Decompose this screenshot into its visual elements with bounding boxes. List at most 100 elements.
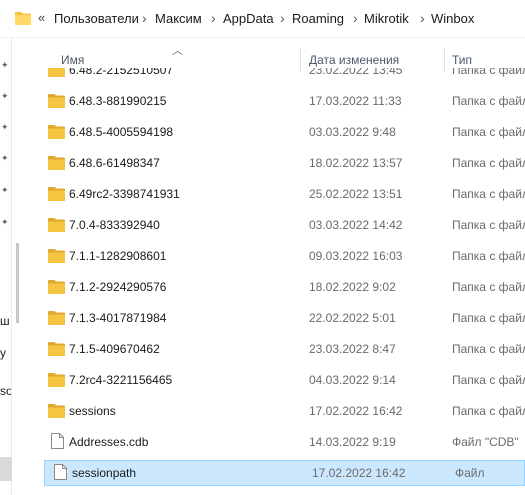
file-date: 17.02.2022 16:42 <box>309 404 403 418</box>
file-row[interactable]: 6.48.2-2152510507 23.02.2022 13:45 Папка с… <box>42 68 525 82</box>
chevron-right-icon[interactable]: › <box>211 10 216 26</box>
file-date: 22.02.2022 5:01 <box>309 311 396 325</box>
nav-item-fragment[interactable]: ш <box>0 314 10 328</box>
file-date: 09.03.2022 16:03 <box>309 249 403 263</box>
file-name[interactable]: 7.0.4-833392940 <box>69 218 160 232</box>
folder-icon <box>48 310 65 325</box>
file-date: 14.03.2022 9:19 <box>309 435 396 449</box>
breadcrumb-winbox[interactable]: Winbox <box>431 11 474 26</box>
file-row[interactable]: 7.1.1-1282908601 09.03.2022 16:03 Папка с … <box>42 244 525 268</box>
file-date: 03.03.2022 9:48 <box>309 125 396 139</box>
file-type: Папка с файлами <box>452 94 525 108</box>
breadcrumb-mikrotik[interactable]: Mikrotik <box>364 11 409 26</box>
file-date: 03.03.2022 14:42 <box>309 218 403 232</box>
file-row[interactable]: 6.48.6-61498347 18.02.2022 13:57 Папка с ф… <box>42 151 525 175</box>
file-name[interactable]: 7.1.3-4017871984 <box>69 311 166 325</box>
file-name[interactable]: 6.49rc2-3398741931 <box>69 187 180 201</box>
folder-icon <box>48 68 65 77</box>
file-date: 04.03.2022 9:14 <box>309 373 396 387</box>
address-bar[interactable]: « Пользователи › Максим › AppData › Roam… <box>0 0 525 38</box>
pin-icon[interactable]: ✦ <box>1 123 9 132</box>
folder-icon <box>48 124 65 139</box>
file-row[interactable]: 7.1.5-409670462 23.03.2022 8:47 Папка с фа… <box>42 337 525 361</box>
file-icon <box>54 464 71 480</box>
folder-icon <box>15 12 31 25</box>
file-name[interactable]: Addresses.cdb <box>69 435 148 449</box>
file-row[interactable]: 6.48.5-4005594198 03.03.2022 9:48 Папка с … <box>42 120 525 144</box>
file-row[interactable]: 6.48.3-881990215 17.03.2022 11:33 Папка с … <box>42 89 525 113</box>
file-type: Папка с файлами <box>452 218 525 232</box>
column-date[interactable]: Дата изменения <box>309 53 399 67</box>
nav-item-fragment[interactable]: у <box>0 346 6 360</box>
pin-icon[interactable]: ✦ <box>1 61 9 70</box>
breadcrumb-users[interactable]: Пользователи <box>54 11 139 26</box>
file-row-selected[interactable]: sessionpath 17.02.2022 16:42 Файл <box>44 460 525 486</box>
folder-icon <box>48 279 65 294</box>
file-type: Файл "CDB" <box>452 435 519 449</box>
folder-icon <box>48 403 65 418</box>
file-type: Папка с файлами <box>452 373 525 387</box>
pin-icon[interactable]: ✦ <box>1 92 9 101</box>
column-name[interactable]: Имя <box>61 53 84 67</box>
file-name[interactable]: 6.48.2-2152510507 <box>69 68 173 77</box>
file-date: 18.02.2022 9:02 <box>309 280 396 294</box>
chevron-right-icon[interactable]: › <box>353 10 358 26</box>
file-date: 18.02.2022 13:57 <box>309 156 403 170</box>
file-row[interactable]: 6.49rc2-3398741931 25.02.2022 13:51 Папка … <box>42 182 525 206</box>
file-name[interactable]: 6.48.3-881990215 <box>69 94 166 108</box>
file-name[interactable]: 7.1.2-2924290576 <box>69 280 166 294</box>
file-type: Папка с файлами <box>452 68 525 77</box>
file-date: 23.02.2022 13:45 <box>309 68 403 77</box>
file-row[interactable]: Addresses.cdb 14.03.2022 9:19 Файл "CDB" <box>42 430 525 454</box>
overflow-chevron-icon[interactable]: « <box>38 10 45 25</box>
nav-scrollbar[interactable] <box>16 243 19 323</box>
file-row[interactable]: 7.1.2-2924290576 18.02.2022 9:02 Папка с ф… <box>42 275 525 299</box>
breadcrumb-appdata[interactable]: AppData <box>223 11 274 26</box>
file-type: Папка с файлами <box>452 125 525 139</box>
file-type: Папка с файлами <box>452 156 525 170</box>
breadcrumb-user[interactable]: Максим <box>155 11 202 26</box>
file-type: Папка с файлами <box>452 342 525 356</box>
file-date: 23.03.2022 8:47 <box>309 342 396 356</box>
pin-icon[interactable]: ✦ <box>1 154 9 163</box>
sort-ascending-icon[interactable]: ︿ <box>172 42 183 58</box>
file-name[interactable]: sessions <box>69 404 116 418</box>
file-row[interactable]: 7.1.3-4017871984 22.02.2022 5:01 Папка с ф… <box>42 306 525 330</box>
file-name[interactable]: 6.48.5-4005594198 <box>69 125 173 139</box>
file-type: Папка с файлами <box>452 187 525 201</box>
folder-icon <box>48 155 65 170</box>
file-icon <box>51 433 68 449</box>
folder-icon <box>48 248 65 263</box>
file-date: 25.02.2022 13:51 <box>309 187 403 201</box>
folder-icon <box>48 341 65 356</box>
column-header: ︿ Имя Дата изменения Тип <box>42 38 525 72</box>
chevron-right-icon[interactable]: › <box>142 10 147 26</box>
folder-icon <box>48 186 65 201</box>
chevron-right-icon[interactable]: › <box>420 10 425 26</box>
file-date: 17.02.2022 16:42 <box>312 466 406 480</box>
file-name[interactable]: 6.48.6-61498347 <box>69 156 160 170</box>
chevron-right-icon[interactable]: › <box>280 10 285 26</box>
file-name[interactable]: 7.1.5-409670462 <box>69 342 160 356</box>
column-type[interactable]: Тип <box>452 53 472 67</box>
nav-item-fragment[interactable]: so <box>0 384 11 398</box>
navigation-pane[interactable]: ✦ ✦ ✦ ✦ ✦ ✦ ш у so ер <box>0 38 12 495</box>
file-name[interactable]: 7.1.1-1282908601 <box>69 249 166 263</box>
folder-icon <box>48 372 65 387</box>
folder-icon <box>48 93 65 108</box>
file-type: Папка с файлами <box>452 280 525 294</box>
file-row[interactable]: 7.0.4-833392940 03.03.2022 14:42 Папка с ф… <box>42 213 525 237</box>
file-date: 17.03.2022 11:33 <box>309 94 402 108</box>
file-list[interactable]: 6.48.2-2152510507 23.02.2022 13:45 Папка с… <box>42 68 525 495</box>
nav-selected-item[interactable] <box>0 457 12 481</box>
pin-icon[interactable]: ✦ <box>1 186 9 195</box>
file-type: Папка с файлами <box>452 249 525 263</box>
file-row[interactable]: 7.2rc4-3221156465 04.03.2022 9:14 Папка с … <box>42 368 525 392</box>
folder-icon <box>48 217 65 232</box>
file-name[interactable]: sessionpath <box>72 466 136 480</box>
breadcrumb-roaming[interactable]: Roaming <box>292 11 344 26</box>
file-name[interactable]: 7.2rc4-3221156465 <box>69 373 172 387</box>
file-type: Папка с файлами <box>452 404 525 418</box>
pin-icon[interactable]: ✦ <box>1 218 9 227</box>
file-row[interactable]: sessions 17.02.2022 16:42 Папка с файлами <box>42 399 525 423</box>
